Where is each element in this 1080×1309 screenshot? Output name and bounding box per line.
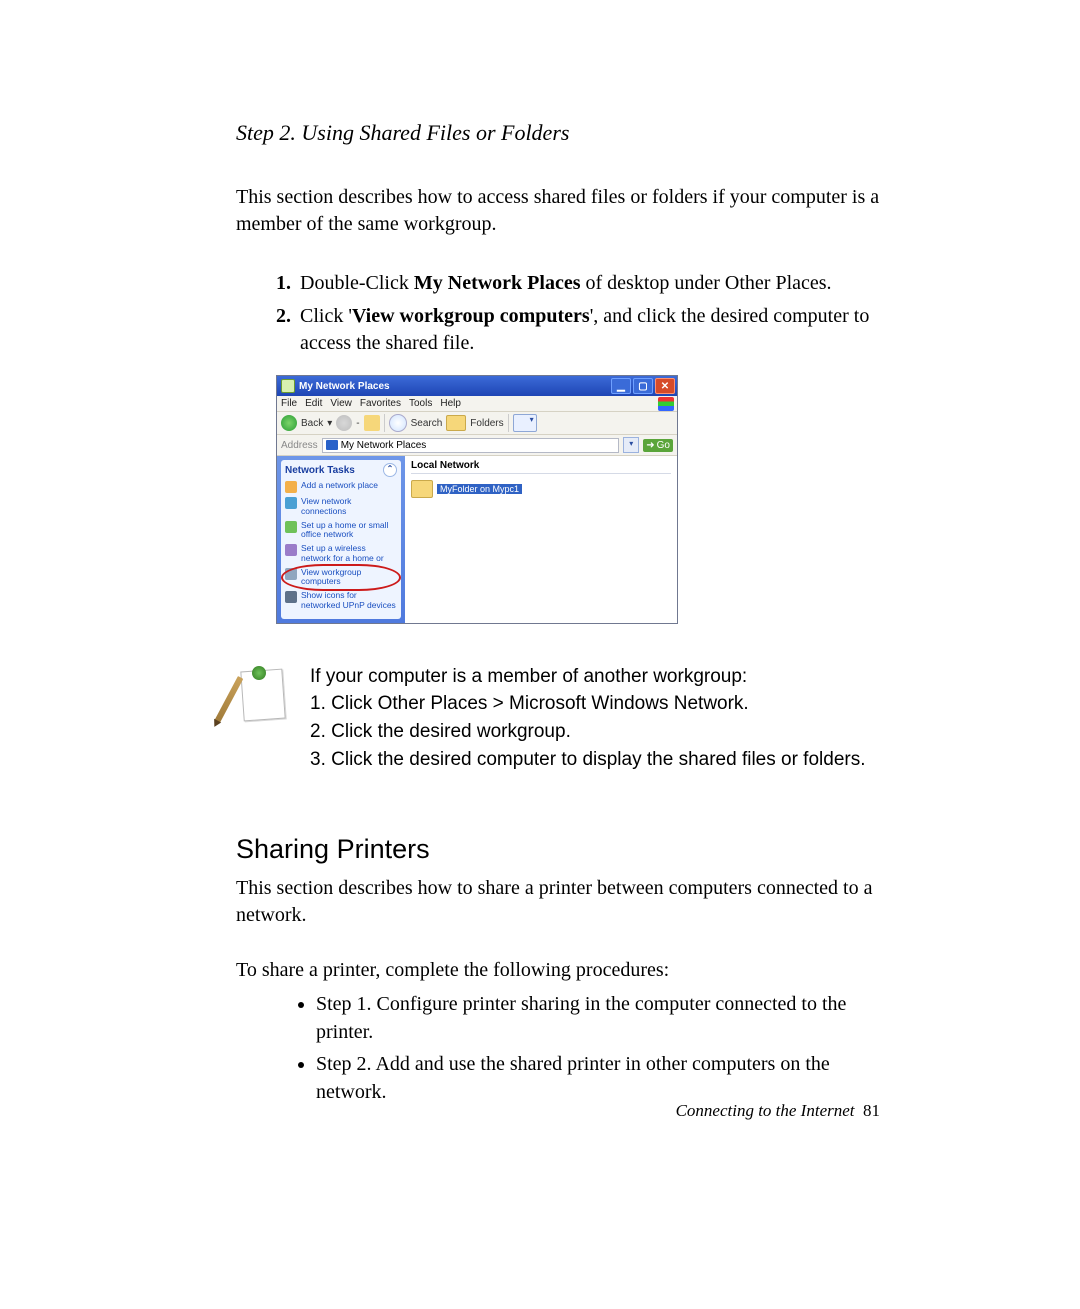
- note-line: 2. Click the desired workgroup.: [310, 719, 866, 745]
- go-button[interactable]: ➜ Go: [643, 439, 673, 452]
- note-text: If your computer is a member of another …: [310, 664, 866, 775]
- titlebar: My Network Places ▁ ▢ ✕: [277, 376, 677, 396]
- sidebar: Network Tasks ⌃ Add a network place View…: [277, 456, 405, 623]
- views-button[interactable]: [513, 414, 537, 432]
- task-view-workgroup[interactable]: View workgroup computers: [285, 566, 397, 590]
- up-icon[interactable]: [364, 415, 380, 431]
- back-label[interactable]: Back: [301, 418, 323, 429]
- task-label: Show icons for networked UPnP devices: [301, 591, 397, 611]
- menu-view[interactable]: View: [330, 398, 352, 409]
- text: Double-Click: [300, 272, 414, 294]
- go-arrow-icon: ➜: [646, 440, 654, 451]
- instruction-item-1: Double-Click My Network Places of deskto…: [296, 270, 880, 297]
- task-view-connections[interactable]: View network connections: [285, 495, 397, 519]
- search-label[interactable]: Search: [411, 418, 443, 429]
- instruction-list: Double-Click My Network Places of deskto…: [236, 270, 880, 357]
- note-block: If your computer is a member of another …: [236, 664, 880, 775]
- menu-edit[interactable]: Edit: [305, 398, 322, 409]
- menubar: File Edit View Favorites Tools Help: [277, 396, 677, 412]
- separator: [384, 414, 385, 432]
- procedure-item: Step 2. Add and use the shared printer i…: [316, 1050, 880, 1106]
- task-label: Add a network place: [301, 481, 378, 491]
- go-label: Go: [657, 440, 670, 451]
- intro-paragraph: This section describes how to access sha…: [236, 184, 880, 238]
- text: Click ': [300, 305, 352, 327]
- close-button[interactable]: ✕: [655, 378, 675, 394]
- connections-icon: [285, 497, 297, 509]
- procedure-list: Step 1. Configure printer sharing in the…: [236, 990, 880, 1106]
- shared-folder-icon: [411, 480, 433, 498]
- procedures-intro: To share a printer, complete the followi…: [236, 957, 880, 984]
- collapse-icon[interactable]: ⌃: [383, 463, 397, 477]
- group-header: Local Network: [411, 460, 671, 474]
- folders-label[interactable]: Folders: [470, 418, 503, 429]
- task-label: View network connections: [301, 497, 397, 517]
- section-intro: This section describes how to share a pr…: [236, 875, 880, 929]
- address-dropdown[interactable]: ▾: [623, 437, 639, 453]
- text: of desktop under Other Places.: [581, 272, 832, 294]
- item-label: MyFolder on Mypc1: [437, 484, 522, 494]
- bold-text: My Network Places: [414, 272, 581, 294]
- wireless-icon: [285, 544, 297, 556]
- forward-icon[interactable]: [336, 415, 352, 431]
- folders-icon[interactable]: [446, 415, 466, 431]
- window-title: My Network Places: [299, 381, 390, 392]
- task-setup-home-network[interactable]: Set up a home or small office network: [285, 519, 397, 543]
- address-field[interactable]: My Network Places: [322, 438, 620, 453]
- separator: [508, 414, 509, 432]
- document-page: Step 2. Using Shared Files or Folders Th…: [0, 0, 1080, 1309]
- footer-chapter: Connecting to the Internet: [676, 1101, 855, 1120]
- page-number: 81: [863, 1101, 880, 1120]
- minimize-button[interactable]: ▁: [611, 378, 631, 394]
- task-label: Set up a wireless network for a home or: [301, 544, 397, 564]
- note-line: 3. Click the desired computer to display…: [310, 747, 866, 773]
- task-add-network-place[interactable]: Add a network place: [285, 479, 397, 495]
- note-line: If your computer is a member of another …: [310, 664, 866, 690]
- task-setup-wireless[interactable]: Set up a wireless network for a home or: [285, 542, 397, 566]
- windows-flag-icon: [658, 397, 674, 411]
- menu-file[interactable]: File: [281, 398, 297, 409]
- tasks-title: Network Tasks: [285, 465, 355, 476]
- task-label: Set up a home or small office network: [301, 521, 397, 541]
- search-icon[interactable]: [389, 414, 407, 432]
- instruction-item-2: Click 'View workgroup computers', and cl…: [296, 303, 880, 357]
- add-place-icon: [285, 481, 297, 493]
- step-title: Step 2. Using Shared Files or Folders: [236, 120, 880, 146]
- workgroup-icon: [285, 568, 297, 580]
- address-value: My Network Places: [341, 440, 427, 451]
- app-icon: [281, 379, 295, 393]
- upnp-icon: [285, 591, 297, 603]
- dropdown-arrow[interactable]: ▾: [327, 418, 332, 429]
- main-pane: Local Network MyFolder on Mypc1: [405, 456, 677, 623]
- procedure-item: Step 1. Configure printer sharing in the…: [316, 990, 880, 1046]
- window-body: Network Tasks ⌃ Add a network place View…: [277, 456, 677, 623]
- section-heading: Sharing Printers: [236, 834, 880, 865]
- task-label: View workgroup computers: [301, 568, 397, 588]
- back-icon[interactable]: [281, 415, 297, 431]
- dash: -: [356, 418, 359, 429]
- note-pencil-icon: [236, 668, 292, 724]
- addressbar: Address My Network Places ▾ ➜ Go: [277, 435, 677, 456]
- toolbar: Back ▾ - Search Folders: [277, 412, 677, 435]
- menu-help[interactable]: Help: [440, 398, 461, 409]
- address-label: Address: [281, 440, 318, 451]
- page-footer: Connecting to the Internet 81: [676, 1101, 880, 1121]
- menu-favorites[interactable]: Favorites: [360, 398, 401, 409]
- location-icon: [326, 440, 338, 450]
- bold-text: View workgroup computers: [352, 305, 590, 327]
- menu-tools[interactable]: Tools: [409, 398, 432, 409]
- screenshot-window: My Network Places ▁ ▢ ✕ File Edit View F…: [276, 375, 678, 624]
- home-network-icon: [285, 521, 297, 533]
- tasks-header: Network Tasks ⌃: [285, 463, 397, 479]
- network-item[interactable]: MyFolder on Mypc1: [411, 480, 522, 498]
- note-line: 1. Click Other Places > Microsoft Window…: [310, 691, 866, 717]
- tasks-panel: Network Tasks ⌃ Add a network place View…: [281, 460, 401, 619]
- maximize-button[interactable]: ▢: [633, 378, 653, 394]
- task-upnp-icons[interactable]: Show icons for networked UPnP devices: [285, 589, 397, 613]
